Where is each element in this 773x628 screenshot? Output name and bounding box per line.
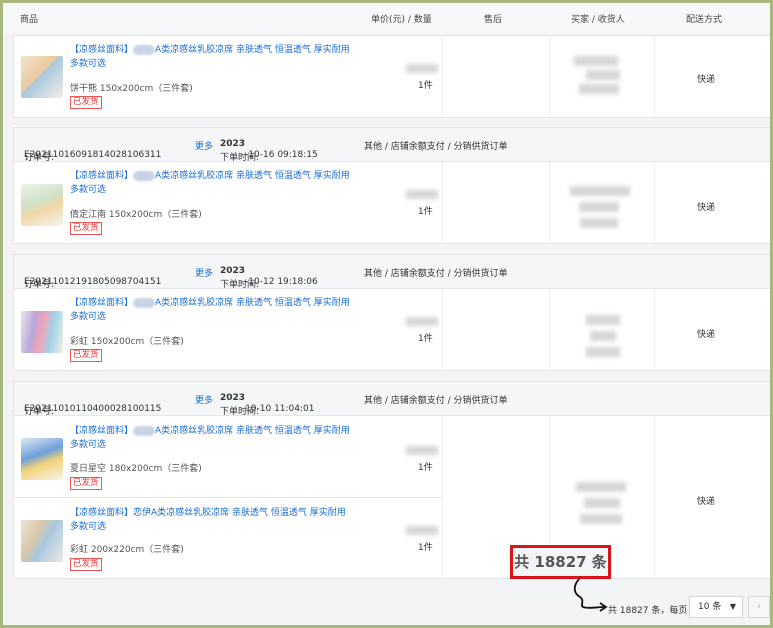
order-card: 订单号: E20211012191805098704151 更多 下单时间: 2… <box>13 254 770 371</box>
status-badge: 已发货 <box>70 96 102 109</box>
order-info: 其他 / 店铺余额支付 / 分销供货订单 <box>364 396 508 406</box>
pointer-arrow-icon <box>573 577 608 612</box>
header-price-qty: 单价(元) / 数量 <box>371 15 432 25</box>
chevron-down-icon: ▼ <box>729 602 736 611</box>
product-title-link[interactable]: 【凉感丝面料】 A类凉感丝乳胶凉席 亲肤透气 恒温透气 厚实耐用 多款可选 <box>70 169 355 197</box>
status-badge: 已发货 <box>70 558 102 571</box>
order-list-panel: 商品 单价(元) / 数量 售后 买家 / 收货人 配送方式 【凉感丝面料】 A类… <box>3 3 770 625</box>
product-thumbnail[interactable] <box>21 184 63 226</box>
header-buyer: 买家 / 收货人 <box>571 15 625 25</box>
order-info: 其他 / 店铺余额支付 / 分销供货订单 <box>364 269 508 279</box>
buyer-info-redacted <box>570 186 630 196</box>
product-quantity: 1件 <box>418 334 433 344</box>
product-variant: 彩虹 150x200cm（三件套) <box>70 337 184 347</box>
order-time: 下单时间: 2023 -10-12 19:18:06 <box>220 266 318 290</box>
order-card: 订单号: E20211010110400028100115 更多 下单时间: 2… <box>13 381 770 579</box>
product-title-link[interactable]: 【凉感丝面料】 A类凉感丝乳胶凉席 亲肤透气 恒温透气 厚实耐用 多款可选 <box>70 43 355 71</box>
shipping-method: 快递 <box>697 203 716 213</box>
previous-page-button[interactable]: ‹ <box>748 596 770 618</box>
order-card: 订单号: E20211016091814028106311 更多 下单时间: 2… <box>13 127 770 244</box>
product-title-link[interactable]: 【凉感丝面料】 A类凉感丝乳胶凉席 亲肤透气 恒温透气 厚实耐用 多款可选 <box>70 424 355 452</box>
product-variant: 夏日星空 180x200cm（三件套) <box>70 464 202 474</box>
order-info: 其他 / 店铺余额支付 / 分销供货订单 <box>364 142 508 152</box>
buyer-info-redacted <box>574 56 618 66</box>
buyer-info-redacted <box>586 315 620 325</box>
status-badge: 已发货 <box>70 349 102 362</box>
page-size-select[interactable]: 10 条 ▼ <box>689 596 743 618</box>
pagination-summary: 共 18827 条，每页 <box>608 606 688 616</box>
order-card: 【凉感丝面料】 A类凉感丝乳胶凉席 亲肤透气 恒温透气 厚实耐用 多款可选 饼干熊… <box>13 35 770 118</box>
product-thumbnail[interactable] <box>21 438 63 480</box>
more-link[interactable]: 更多 <box>195 139 213 152</box>
order-header: 订单号: E20211010110400028100115 更多 下单时间: 2… <box>14 382 770 417</box>
product-thumbnail[interactable] <box>21 56 63 98</box>
header-after-sale: 售后 <box>484 15 503 25</box>
product-quantity: 1件 <box>418 81 433 91</box>
product-thumbnail[interactable] <box>21 311 63 353</box>
product-variant: 饼干熊 150x200cm（三件套) <box>70 84 193 94</box>
product-title-link[interactable]: 【凉感丝面料】 A类凉感丝乳胶凉席 亲肤透气 恒温透气 厚实耐用 多款可选 <box>70 296 355 324</box>
product-row: 【凉感丝面料】 A类凉感丝乳胶凉席 亲肤透气 恒温透气 厚实耐用 多款可选 倩定江… <box>14 162 442 245</box>
product-title-link[interactable]: 【凉感丝面料】恋伊A类凉感丝乳胶凉席 亲肤透气 恒温透气 厚实耐用 多款可选 <box>70 506 355 534</box>
product-variant: 倩定江南 150x200cm（三件套) <box>70 210 202 220</box>
more-link[interactable]: 更多 <box>195 266 213 279</box>
product-row: 【凉感丝面料】 A类凉感丝乳胶凉席 亲肤透气 恒温透气 厚实耐用 多款可选 夏日星… <box>14 416 442 498</box>
shipping-method: 快递 <box>697 75 716 85</box>
order-time: 下单时间: 2023 -10-16 09:18:15 <box>220 139 318 163</box>
order-header: 订单号: E20211012191805098704151 更多 下单时间: 2… <box>14 255 770 290</box>
status-badge: 已发货 <box>70 222 102 235</box>
order-header: 订单号: E20211016091814028106311 更多 下单时间: 2… <box>14 128 770 163</box>
product-quantity: 1件 <box>418 463 433 473</box>
product-row: 【凉感丝面料】 A类凉感丝乳胶凉席 亲肤透气 恒温透气 厚实耐用 多款可选 饼干熊… <box>14 36 442 119</box>
product-variant: 彩虹 200x220cm（三件套) <box>70 545 184 555</box>
total-count-highlight: 共 18827 条 <box>510 545 611 579</box>
product-quantity: 1件 <box>418 207 433 217</box>
header-product: 商品 <box>20 15 39 25</box>
more-link[interactable]: 更多 <box>195 393 213 406</box>
shipping-method: 快递 <box>697 497 716 507</box>
table-header: 商品 单价(元) / 数量 售后 买家 / 收货人 配送方式 <box>3 3 770 33</box>
order-time: 下单时间: 2023 10-10 11:04:01 <box>220 393 315 417</box>
product-row: 【凉感丝面料】 A类凉感丝乳胶凉席 亲肤透气 恒温透气 厚实耐用 多款可选 彩虹 … <box>14 289 442 372</box>
status-badge: 已发货 <box>70 477 102 490</box>
shipping-method: 快递 <box>697 330 716 340</box>
product-quantity: 1件 <box>418 543 433 553</box>
header-shipping: 配送方式 <box>686 15 723 25</box>
product-row: 【凉感丝面料】恋伊A类凉感丝乳胶凉席 亲肤透气 恒温透气 厚实耐用 多款可选 彩… <box>14 498 442 580</box>
buyer-info-redacted <box>576 482 626 492</box>
product-thumbnail[interactable] <box>21 520 63 562</box>
